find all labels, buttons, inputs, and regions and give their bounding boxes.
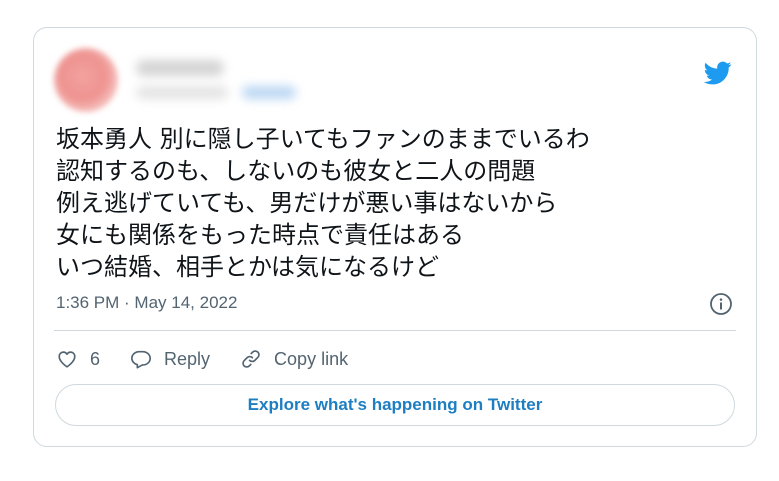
twitter-bird-icon[interactable] [702,59,734,87]
tweet-timestamp[interactable]: 1:36 PM · May 14, 2022 [56,293,237,313]
divider [54,330,736,331]
copy-link-button[interactable]: Copy link [240,348,348,370]
tweet-card: 坂本勇人 別に隠し子いてもファンのままでいるわ 認知するのも、しないのも彼女と二… [33,27,757,447]
heart-icon [58,351,76,368]
author-name-blurred[interactable] [136,60,224,76]
copy-link-label: Copy link [274,348,349,369]
like-button[interactable]: 6 [56,348,100,370]
avatar[interactable] [54,48,118,112]
tweet-actions: 6 Reply Copy link [56,344,378,374]
speech-bubble-icon [131,350,152,369]
tweet-header [54,46,736,112]
info-icon[interactable] [709,292,733,316]
tweet-text: 坂本勇人 別に隠し子いてもファンのままでいるわ 認知するのも、しないのも彼女と二… [56,125,590,281]
explore-twitter-button[interactable]: Explore what's happening on Twitter [55,384,735,426]
reply-label: Reply [164,348,211,369]
like-count: 6 [90,348,101,369]
reply-button[interactable]: Reply [130,348,210,370]
link-icon [242,350,260,368]
follow-link-blurred[interactable] [242,86,296,99]
author-handle-blurred[interactable] [136,86,228,99]
